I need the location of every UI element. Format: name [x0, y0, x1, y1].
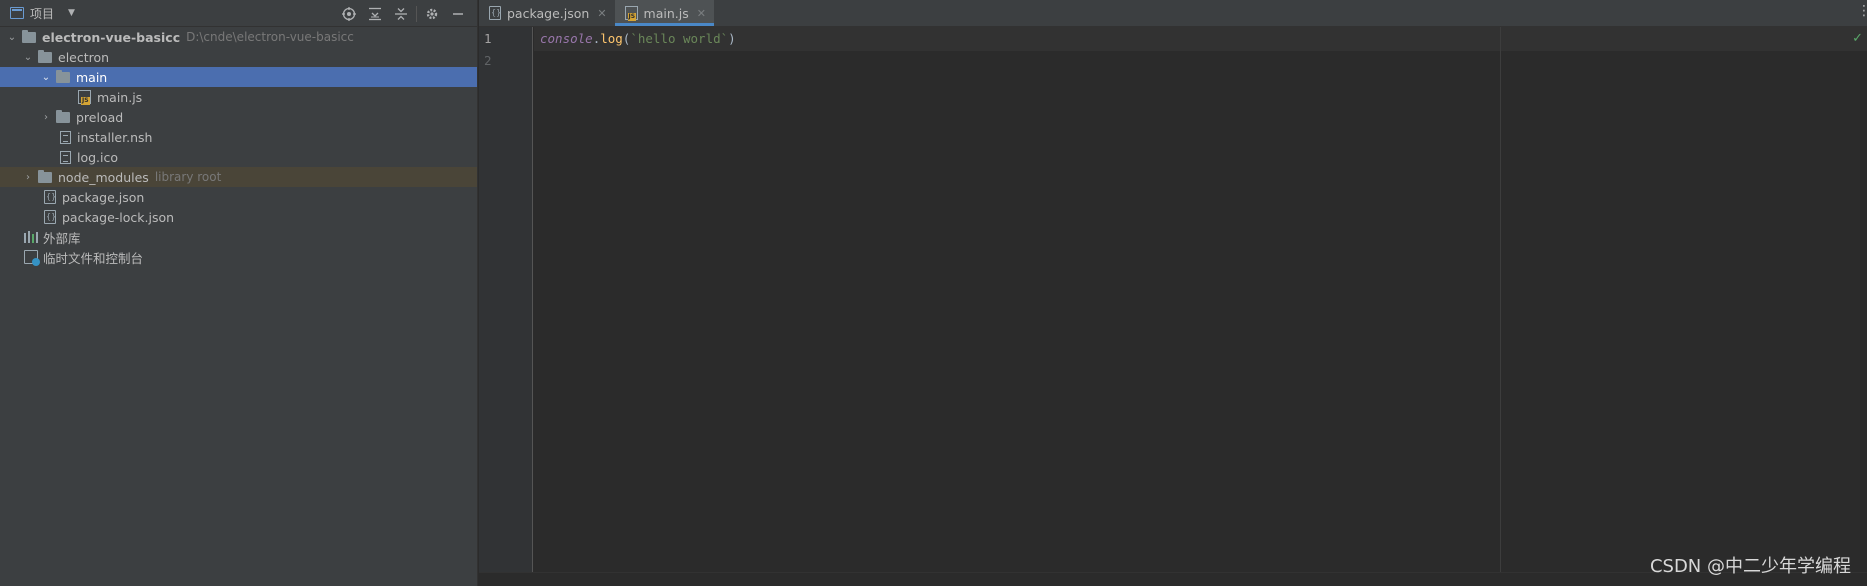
library-icon	[24, 231, 38, 243]
tree-item-scratches[interactable]: › 临时文件和控制台	[0, 247, 477, 267]
scratch-console-icon	[24, 250, 40, 266]
chevron-right-icon[interactable]: ›	[40, 112, 52, 123]
json-file-icon	[44, 190, 56, 204]
project-path: D:\cnde\electron-vue-basicc	[186, 30, 354, 44]
project-panel-toolbar	[336, 0, 471, 27]
folder-icon	[38, 169, 52, 183]
tree-item-project-root[interactable]: ⌄ electron-vue-basicc D:\cnde\electron-v…	[0, 27, 477, 47]
tree-item-label: electron	[58, 49, 110, 65]
project-panel: 项目 ▼ ⌄ electron-vue-basicc D:\cnde\elect…	[0, 0, 478, 586]
more-vertical-icon[interactable]: ⋮	[1857, 3, 1867, 19]
line-number-gutter: 1 2	[479, 27, 533, 572]
tab-main-js[interactable]: main.js ✕	[614, 0, 715, 26]
tree-item-preload[interactable]: › preload	[0, 107, 477, 127]
folder-icon	[22, 29, 36, 43]
close-icon[interactable]: ✕	[597, 7, 606, 20]
project-panel-header: 项目 ▼	[0, 0, 477, 27]
code-token-paren-close: )	[728, 31, 736, 46]
chevron-down-icon[interactable]: ⌄	[6, 32, 18, 43]
tab-package-json[interactable]: package.json ✕	[479, 0, 615, 26]
editor-tabbar: package.json ✕ main.js ✕ ⋮	[479, 0, 1867, 27]
tree-item-label: main.js	[97, 89, 143, 105]
chevron-down-icon[interactable]: ⌄	[40, 72, 52, 83]
editor: package.json ✕ main.js ✕ ⋮ 1 2 console.l…	[479, 0, 1867, 586]
tree-item-label: node_modules	[58, 169, 149, 185]
collapse-all-icon[interactable]	[388, 3, 414, 25]
tree-item-log-ico[interactable]: › log.ico	[0, 147, 477, 167]
tree-item-label: package.json	[62, 189, 145, 205]
folder-icon	[38, 49, 52, 63]
tab-label: package.json	[507, 5, 590, 21]
project-tree: ⌄ electron-vue-basicc D:\cnde\electron-v…	[0, 27, 477, 267]
json-file-icon	[44, 210, 56, 224]
tree-item-label: electron-vue-basicc	[42, 29, 181, 45]
close-icon[interactable]: ✕	[697, 7, 706, 20]
tree-item-package-json[interactable]: › package.json	[0, 187, 477, 207]
code-area[interactable]: 1 2 console.log(`hello world`) ✓	[479, 27, 1867, 572]
tab-label: main.js	[643, 5, 689, 21]
library-root-hint: library root	[154, 170, 222, 184]
tree-item-label: 临时文件和控制台	[43, 250, 144, 266]
toolbar-divider	[416, 5, 417, 22]
tree-item-label: log.ico	[77, 149, 119, 165]
check-icon[interactable]: ✓	[1852, 31, 1863, 46]
project-icon	[10, 7, 24, 19]
chevron-down-icon[interactable]: ⌄	[22, 52, 34, 63]
tree-item-external-libraries[interactable]: › 外部库	[0, 227, 477, 247]
code-line-1[interactable]: console.log(`hello world`)	[540, 31, 736, 46]
watermark: CSDN @中二少年学编程	[1649, 556, 1851, 577]
line-number: 1	[484, 31, 492, 46]
code-token-function: log	[600, 31, 623, 46]
project-panel-title[interactable]: 项目	[30, 5, 54, 22]
text-file-icon	[60, 150, 71, 164]
tree-item-installer-nsh[interactable]: › installer.nsh	[0, 127, 477, 147]
js-file-icon	[78, 90, 91, 105]
tree-item-main-folder[interactable]: ⌄ main	[0, 67, 477, 87]
minimize-icon[interactable]	[445, 3, 471, 25]
chevron-down-icon[interactable]: ▼	[68, 8, 75, 18]
tree-item-label: installer.nsh	[77, 129, 153, 145]
tree-item-label: package-lock.json	[62, 209, 175, 225]
tree-item-label: main	[76, 69, 108, 85]
tree-item-electron[interactable]: ⌄ electron	[0, 47, 477, 67]
tree-item-main-js[interactable]: › main.js	[0, 87, 477, 107]
locate-file-icon[interactable]	[336, 3, 362, 25]
tree-item-node-modules[interactable]: › node_modules library root	[0, 167, 477, 187]
right-margin-guide	[1500, 27, 1501, 572]
js-file-icon	[624, 6, 638, 21]
tree-item-label: preload	[76, 109, 124, 125]
code-token-object: console	[540, 31, 593, 46]
ide-window: 项目 ▼ ⌄ electron-vue-basicc D:\cnde\elect…	[0, 0, 1867, 586]
tree-item-package-lock-json[interactable]: › package-lock.json	[0, 207, 477, 227]
json-file-icon	[489, 6, 501, 20]
expand-all-icon[interactable]	[362, 3, 388, 25]
tree-item-label: 外部库	[43, 230, 81, 246]
folder-icon	[56, 69, 70, 83]
folder-icon	[56, 109, 70, 123]
code-token-string: `hello world`	[630, 31, 729, 46]
chevron-right-icon[interactable]: ›	[22, 172, 34, 183]
text-file-icon	[60, 130, 71, 144]
gear-icon[interactable]	[419, 3, 445, 25]
line-number: 2	[484, 53, 492, 68]
